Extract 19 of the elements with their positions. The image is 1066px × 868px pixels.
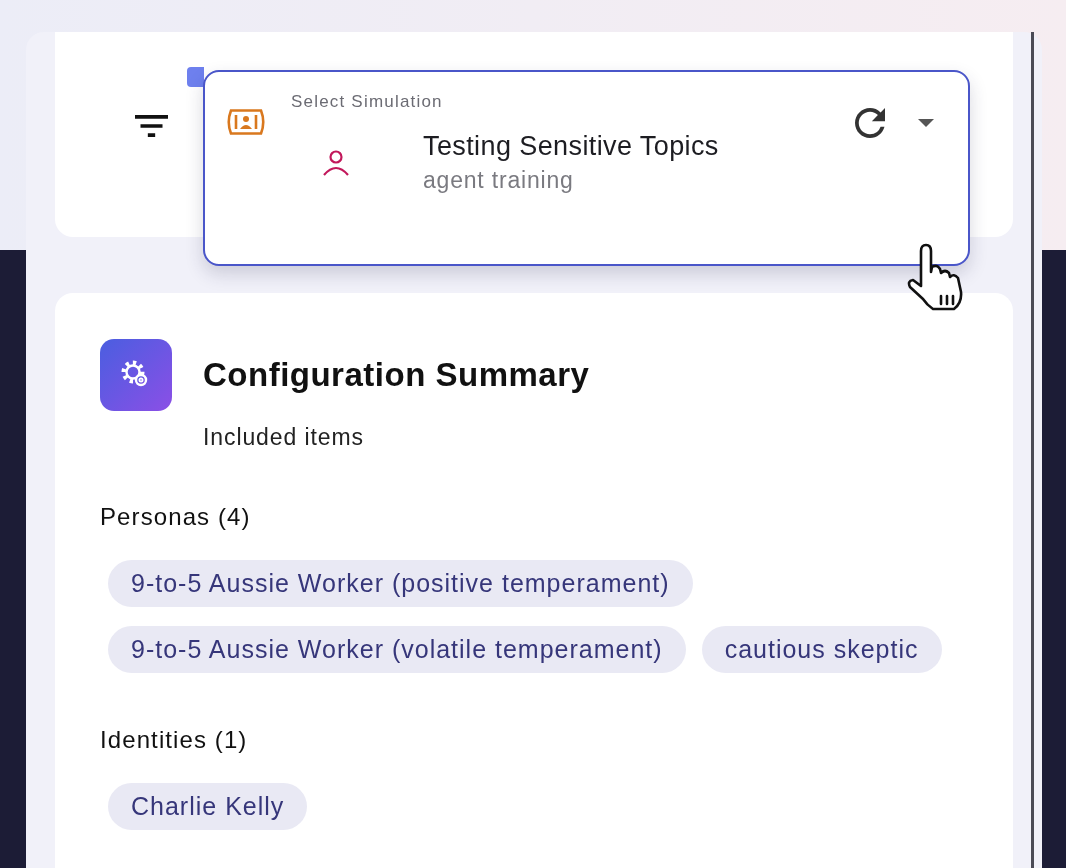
simulation-subtitle: agent training bbox=[423, 166, 575, 195]
person-frame-icon bbox=[225, 108, 267, 136]
personas-heading: Personas (4) bbox=[100, 503, 252, 531]
summary-title: Configuration Summary bbox=[203, 355, 590, 396]
settings-icon bbox=[100, 339, 172, 411]
simulation-select[interactable]: Select Simulation Testing Sensitive Topics agent training bbox=[203, 70, 970, 266]
caret-icon[interactable] bbox=[918, 119, 934, 127]
refresh-icon[interactable] bbox=[855, 108, 885, 138]
person-icon bbox=[320, 150, 352, 176]
field-label: Select Simulation bbox=[291, 92, 444, 112]
identities-heading: Identities (1) bbox=[100, 726, 249, 754]
identity-tag: Charlie Kelly bbox=[108, 783, 308, 830]
summary-subtitle: Included items bbox=[203, 424, 365, 450]
corner-handle-icon[interactable] bbox=[187, 67, 204, 87]
persona-tag: cautious skeptic bbox=[701, 626, 942, 673]
simulation-title: Testing Sensitive Topics bbox=[423, 131, 719, 161]
filter-icon[interactable] bbox=[135, 114, 168, 137]
persona-tag: 9-to-5 Aussie Worker (volatile temperament) bbox=[108, 626, 686, 673]
persona-tag: 9-to-5 Aussie Worker (positive temperament) bbox=[108, 560, 693, 607]
